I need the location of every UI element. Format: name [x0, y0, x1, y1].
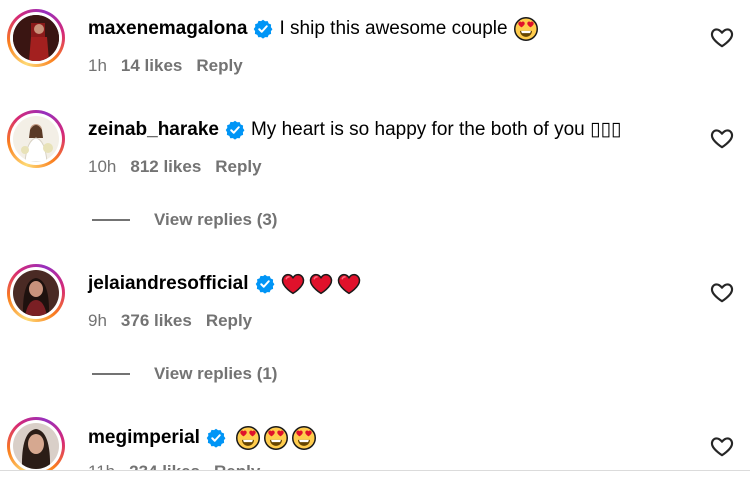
red-heart-emoji — [309, 272, 333, 296]
bottom-panel — [0, 471, 750, 481]
replies-divider-line — [92, 219, 130, 221]
verified-badge-icon — [206, 428, 226, 448]
avatar-photo — [13, 116, 59, 162]
reply-button[interactable]: Reply — [215, 157, 261, 177]
avatar-photo — [13, 270, 59, 316]
username[interactable]: maxenemagalona — [88, 16, 247, 42]
likes-count[interactable]: 14 likes — [121, 56, 182, 76]
heart-eyes-emoji — [292, 426, 316, 450]
view-replies-button[interactable]: View replies (3) — [92, 210, 277, 230]
avatar-photo — [13, 15, 59, 61]
profile-silhouette-icon — [13, 270, 59, 316]
comment-time[interactable]: 1h — [88, 56, 107, 76]
reply-button[interactable]: Reply — [206, 311, 252, 331]
avatar-photo — [13, 423, 59, 469]
comment-time[interactable]: 10h — [88, 157, 116, 177]
red-heart-emoji — [281, 272, 305, 296]
heart-outline-icon[interactable] — [709, 125, 735, 151]
avatar[interactable] — [7, 264, 65, 322]
likes-count[interactable]: 376 likes — [121, 311, 192, 331]
reply-button[interactable]: Reply — [196, 56, 242, 76]
verified-badge-icon — [255, 274, 275, 294]
view-replies-label: View replies (1) — [154, 364, 278, 383]
heart-outline-icon[interactable] — [709, 24, 735, 50]
profile-silhouette-icon — [13, 423, 59, 469]
verified-badge-icon — [253, 19, 273, 39]
comment-meta: 9h 376 likes Reply — [88, 311, 252, 331]
heart-eyes-emoji — [236, 426, 260, 450]
view-replies-label: View replies (3) — [154, 210, 278, 229]
comment-time[interactable]: 9h — [88, 311, 107, 331]
comment-meta: 10h 812 likes Reply — [88, 157, 262, 177]
username[interactable]: jelaiandresofficial — [88, 271, 249, 297]
username[interactable]: megimperial — [88, 425, 200, 451]
red-heart-emoji — [337, 272, 361, 296]
comment-text: My heart is so happy for the both of you… — [250, 119, 622, 140]
heart-eyes-emoji — [514, 17, 538, 41]
view-replies-button[interactable]: View replies (1) — [92, 364, 277, 384]
profile-silhouette-icon — [13, 116, 59, 162]
replies-divider-line — [92, 373, 130, 375]
comment-text: I ship this awesome couple — [279, 18, 508, 39]
avatar[interactable] — [7, 9, 65, 67]
likes-count[interactable]: 812 likes — [130, 157, 201, 177]
avatar[interactable] — [7, 417, 65, 475]
heart-outline-icon[interactable] — [709, 279, 735, 305]
verified-badge-icon — [225, 120, 245, 140]
avatar[interactable] — [7, 110, 65, 168]
username[interactable]: zeinab_harake — [88, 117, 219, 143]
heart-outline-icon[interactable] — [709, 433, 735, 459]
comment-meta: 1h 14 likes Reply — [88, 56, 243, 76]
profile-silhouette-icon — [13, 15, 59, 61]
heart-eyes-emoji — [264, 426, 288, 450]
